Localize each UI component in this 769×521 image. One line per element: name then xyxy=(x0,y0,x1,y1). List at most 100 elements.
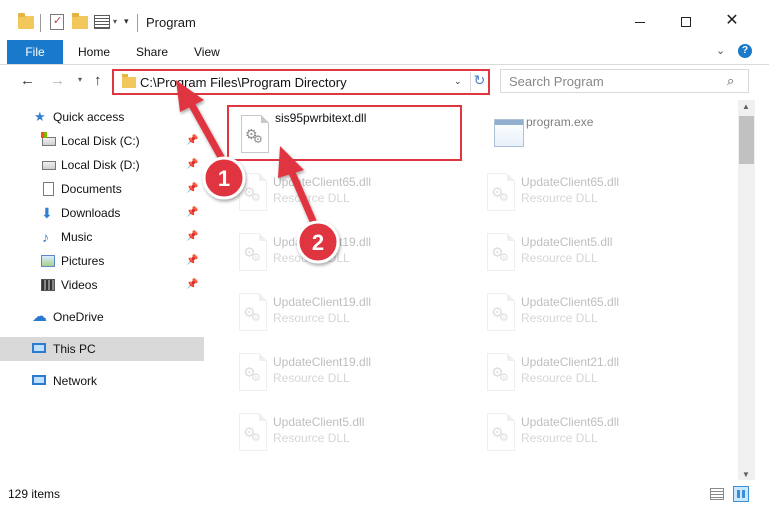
cloud-icon: ☁ xyxy=(32,308,47,325)
sidebar-item-label: Videos xyxy=(61,278,98,292)
close-button[interactable]: ✕ xyxy=(709,6,755,36)
address-history-icon[interactable]: ⌄ xyxy=(454,76,462,87)
search-box[interactable]: ⌕ xyxy=(500,69,749,93)
recent-locations-icon[interactable]: ▾ xyxy=(78,75,82,84)
expand-ribbon-icon[interactable]: ⌄ xyxy=(716,44,725,57)
back-button[interactable]: ← xyxy=(20,72,35,89)
file-type: Resource DLL xyxy=(521,251,598,265)
dll-file-icon: ⚙ ⚙ xyxy=(235,233,269,273)
forward-button[interactable]: → xyxy=(50,72,65,89)
sidebar-item-network[interactable]: Network xyxy=(0,369,204,393)
file-item[interactable]: ⚙ ⚙ UpdateClient19.dll Resource DLL xyxy=(227,225,467,281)
folder-icon xyxy=(122,74,136,88)
address-path[interactable]: C:\Program Files\Program Directory xyxy=(140,75,347,90)
file-name: UpdateClient65.dll xyxy=(521,175,620,189)
dll-file-icon: ⚙ ⚙ xyxy=(483,233,517,273)
scroll-down-icon[interactable]: ▼ xyxy=(742,470,750,479)
search-input[interactable] xyxy=(501,70,719,92)
file-name: UpdateClient19.dll xyxy=(273,235,372,249)
file-item[interactable]: ⚙ ⚙ UpdateClient5.dll Resource DLL xyxy=(227,405,467,461)
network-icon xyxy=(32,375,46,385)
tab-view[interactable]: View xyxy=(186,40,228,64)
file-type: Resource DLL xyxy=(273,311,350,325)
pin-icon[interactable]: 📌 xyxy=(186,273,198,297)
pin-icon[interactable]: 📌 xyxy=(186,201,198,225)
dll-file-icon: ⚙ ⚙ xyxy=(483,353,517,393)
dll-file-icon: ⚙ ⚙ xyxy=(235,293,269,333)
minimize-icon xyxy=(635,21,645,23)
scroll-up-icon[interactable]: ▲ xyxy=(742,102,750,111)
file-item[interactable]: ⚙ ⚙ UpdateClient5.dll Resource DLL xyxy=(475,225,715,281)
sidebar-item-local-disk-d[interactable]: Local Disk (D:) 📌 xyxy=(0,153,204,177)
dll-file-icon: ⚙ ⚙ xyxy=(483,413,517,453)
gear-icon: ⚙ xyxy=(499,372,509,384)
customize-toolbar-icon[interactable]: ▾ xyxy=(124,16,129,36)
pin-icon[interactable]: 📌 xyxy=(186,249,198,273)
file-item[interactable]: ⚙ ⚙ UpdateClient19.dll Resource DLL xyxy=(227,285,467,341)
new-folder-icon[interactable] xyxy=(72,13,88,29)
sidebar-item-documents[interactable]: Documents 📌 xyxy=(0,177,204,201)
file-item-exe[interactable]: program.exe xyxy=(480,105,720,161)
tab-home[interactable]: Home xyxy=(70,40,118,64)
file-list: ⚙ ⚙ sis95pwrbitext.dll program.exe ⚙ ⚙ Up… xyxy=(210,100,738,480)
dll-file-icon: ⚙ ⚙ xyxy=(235,353,269,393)
file-item-selected-dll[interactable]: ⚙ ⚙ sis95pwrbitext.dll xyxy=(227,105,462,161)
dll-file-icon: ⚙ ⚙ xyxy=(483,293,517,333)
gear-icon: ⚙ xyxy=(253,134,263,146)
file-item[interactable]: ⚙ ⚙ UpdateClient65.dll Resource DLL xyxy=(475,405,715,461)
up-button[interactable]: ↑ xyxy=(94,72,102,89)
file-name: UpdateClient5.dll xyxy=(521,235,613,249)
sidebar-item-onedrive[interactable]: ☁ OneDrive xyxy=(0,305,204,329)
sidebar-item-videos[interactable]: Videos 📌 xyxy=(0,273,204,297)
sidebar-item-music[interactable]: ♪ Music 📌 xyxy=(0,225,204,249)
navigation-pane: ★ Quick access Local Disk (C:) 📌 Local D… xyxy=(0,100,204,480)
help-icon[interactable]: ? xyxy=(738,44,752,58)
divider xyxy=(40,14,41,32)
file-item[interactable]: ⚙ ⚙ UpdateClient21.dll Resource DLL xyxy=(475,345,715,401)
sidebar-item-downloads[interactable]: ⬇ Downloads 📌 xyxy=(0,201,204,225)
pin-icon[interactable]: 📌 xyxy=(186,153,198,177)
sidebar-item-label: Network xyxy=(53,374,98,388)
file-name: UpdateClient21.dll xyxy=(521,355,620,369)
dll-file-icon: ⚙ ⚙ xyxy=(235,173,269,213)
gear-icon: ⚙ xyxy=(499,432,509,444)
sidebar-item-local-disk-c[interactable]: Local Disk (C:) 📌 xyxy=(0,129,204,153)
tab-share[interactable]: Share xyxy=(128,40,176,64)
file-type: Resource DLL xyxy=(273,191,350,205)
sidebar-item-label: Local Disk (D:) xyxy=(61,158,140,172)
file-item[interactable]: ⚙ ⚙ UpdateClient65.dll Resource DLL xyxy=(475,165,715,221)
item-count: 129 items xyxy=(8,487,61,501)
sidebar-item-pictures[interactable]: Pictures 📌 xyxy=(0,249,204,273)
properties-icon[interactable] xyxy=(50,14,64,30)
gear-icon: ⚙ xyxy=(499,192,509,204)
navigation-bar: ← → ▾ ↑ C:\Program Files\Program Directo… xyxy=(0,65,769,99)
minimize-button[interactable] xyxy=(617,6,663,36)
divider xyxy=(137,14,138,32)
chevron-down-icon[interactable]: ▾ xyxy=(113,17,117,37)
file-item[interactable]: ⚙ ⚙ UpdateClient19.dll Resource DLL xyxy=(227,345,467,401)
scroll-thumb[interactable] xyxy=(739,116,754,164)
dll-file-icon: ⚙ ⚙ xyxy=(237,115,271,155)
view-options-icon[interactable] xyxy=(94,15,110,29)
large-icons-view-icon[interactable] xyxy=(733,486,749,502)
file-item[interactable]: ⚙ ⚙ UpdateClient65.dll Resource DLL xyxy=(475,285,715,341)
sidebar-item-this-pc[interactable]: This PC xyxy=(0,337,204,361)
maximize-button[interactable] xyxy=(663,6,709,36)
pin-icon[interactable]: 📌 xyxy=(186,177,198,201)
file-item[interactable]: ⚙ ⚙ UpdateClient65.dll Resource DLL xyxy=(227,165,467,221)
sidebar-item-quick-access[interactable]: ★ Quick access xyxy=(0,105,204,129)
pin-icon[interactable]: 📌 xyxy=(186,225,198,249)
tab-file[interactable]: File xyxy=(7,40,63,64)
download-icon: ⬇ xyxy=(41,205,53,221)
star-icon: ★ xyxy=(34,109,46,124)
address-bar[interactable]: C:\Program Files\Program Directory ⌄ ↻ xyxy=(112,69,490,95)
vertical-scrollbar[interactable]: ▲ ▼ xyxy=(738,100,755,480)
sidebar-item-label: Quick access xyxy=(53,110,125,124)
refresh-icon[interactable]: ↻ xyxy=(470,72,488,92)
window-title: Program xyxy=(146,15,196,30)
pin-icon[interactable]: 📌 xyxy=(186,129,198,153)
details-view-icon[interactable] xyxy=(710,488,724,500)
file-name: UpdateClient65.dll xyxy=(521,295,620,309)
search-icon[interactable]: ⌕ xyxy=(727,73,734,89)
videos-icon xyxy=(41,279,55,291)
